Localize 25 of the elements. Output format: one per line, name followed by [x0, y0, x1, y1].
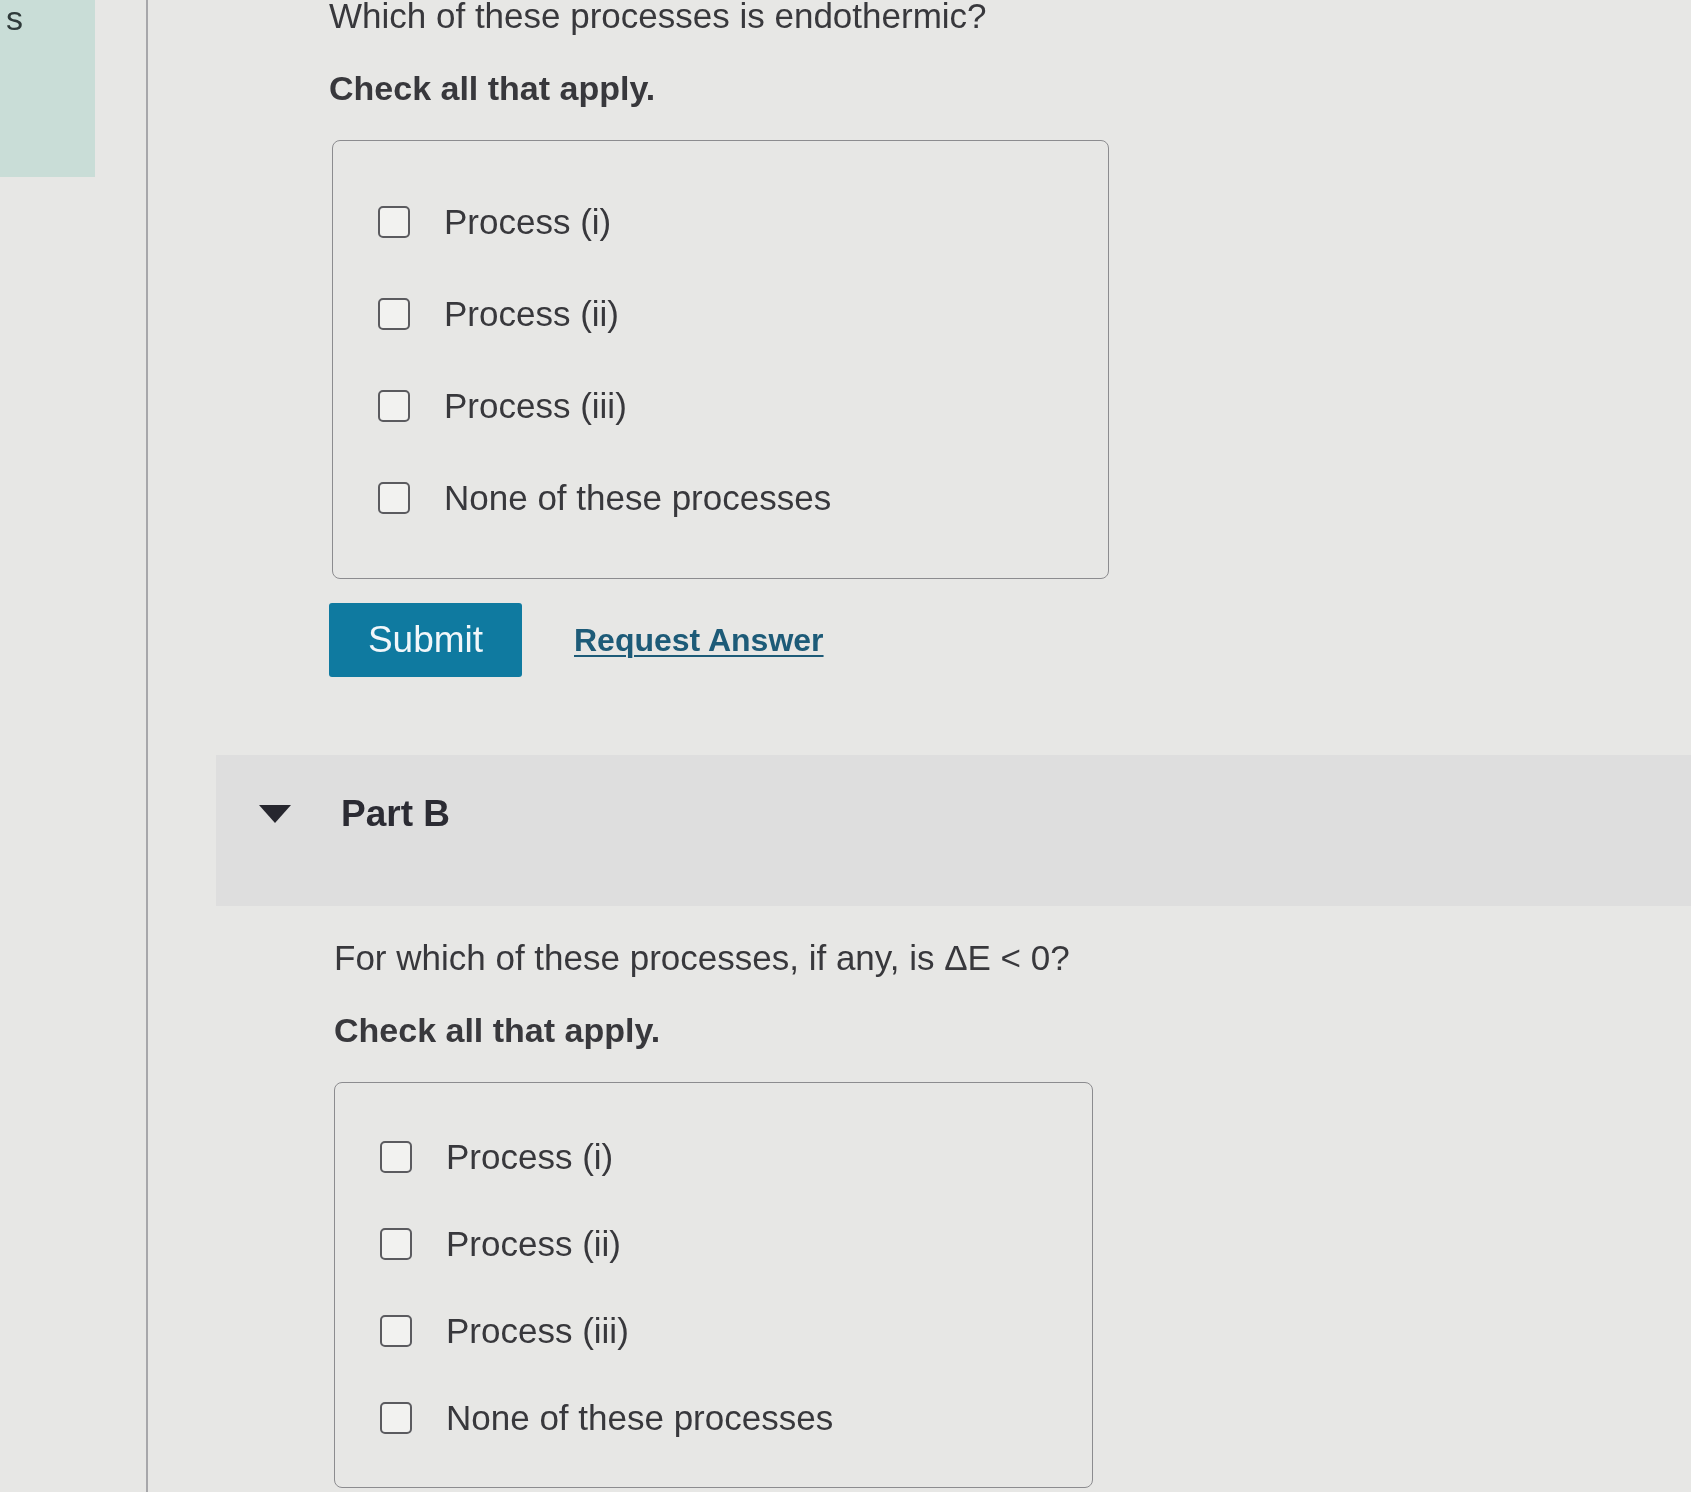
option-label[interactable]: Process (iii) [446, 1309, 629, 1352]
caret-down-icon[interactable] [259, 805, 291, 823]
option-label[interactable]: Process (ii) [444, 293, 620, 335]
option-label[interactable]: Process (ii) [446, 1222, 622, 1265]
option-label[interactable]: Process (i) [446, 1135, 614, 1178]
request-answer-link[interactable]: Request Answer [574, 616, 824, 664]
submit-button[interactable]: Submit [329, 603, 522, 677]
checkbox[interactable] [380, 1401, 412, 1434]
sidebar-label: s [5, 0, 23, 38]
checkbox[interactable] [380, 1140, 412, 1173]
question-text: Which of these processes is endothermic? [329, 0, 988, 37]
option-label[interactable]: None of these processes [446, 1396, 834, 1439]
option-label[interactable]: Process (i) [444, 201, 612, 243]
instruction-text: Check all that apply. [329, 68, 657, 109]
part-title[interactable]: Part B [341, 792, 450, 836]
checkbox[interactable] [378, 298, 410, 330]
instruction-text: Check all that apply. [334, 1010, 662, 1051]
checkbox[interactable] [380, 1314, 412, 1347]
question-text: For which of these processes, if any, is ΔE < 0? [334, 937, 1071, 979]
checkbox[interactable] [378, 482, 410, 514]
checkbox[interactable] [380, 1227, 412, 1260]
checkbox[interactable] [378, 390, 410, 422]
checkbox[interactable] [378, 206, 410, 238]
option-label[interactable]: None of these processes [444, 477, 832, 519]
option-label[interactable]: Process (iii) [444, 385, 627, 427]
